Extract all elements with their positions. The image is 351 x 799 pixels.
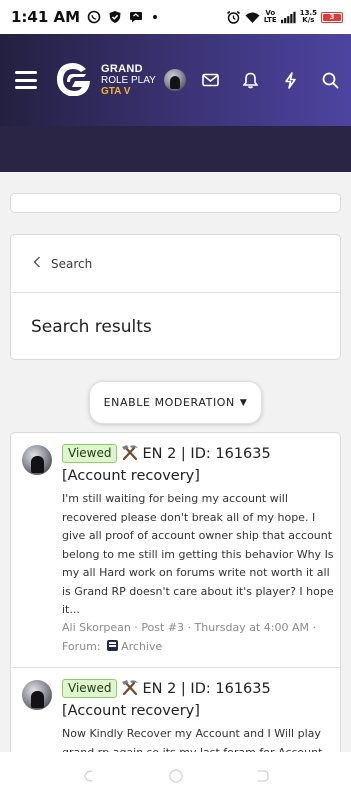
result-title[interactable]: Viewed EN 2 | ID: 161635 [Account recover… (62, 678, 334, 722)
result-meta: Ali Skorpean · Post #3 · Thursday at 4:0… (62, 621, 316, 653)
network-label-bottom: LTE (263, 16, 277, 24)
search-icon[interactable] (321, 71, 339, 89)
result-title-id: EN 2 | ID: 161635 (142, 681, 271, 697)
shield-check-icon (107, 10, 122, 25)
result-post-number[interactable]: Post #3 (141, 621, 184, 634)
status-bar: 1:41 AM Vo LTE 13.5 K/s 3 (0, 0, 351, 34)
list-item[interactable]: Viewed EN 2 | ID: 161635 [Account recover… (11, 667, 340, 761)
menu-icon[interactable] (15, 71, 37, 89)
breadcrumb-link-search[interactable]: Search (51, 257, 92, 271)
results-header-card: Search Search results (10, 234, 341, 360)
bell-icon[interactable] (241, 71, 259, 89)
avatar[interactable] (22, 680, 52, 710)
hammer-pick-icon (122, 680, 139, 695)
battery-icon: 3 (321, 11, 343, 23)
result-snippet: I'm still waiting for being my account w… (62, 492, 334, 616)
header-band (0, 126, 351, 172)
result-author[interactable]: Ali Skorpean (62, 621, 131, 634)
result-forum[interactable]: Archive (121, 640, 162, 653)
page-title: Search results (31, 317, 152, 337)
result-title-topic: [Account recovery] (62, 468, 200, 484)
list-item[interactable]: Viewed EN 2 | ID: 161635 [Account recover… (11, 433, 340, 667)
recent-apps-icon[interactable] (80, 767, 98, 785)
battery-level: 3 (329, 13, 335, 21)
breadcrumb: Search (11, 235, 340, 293)
lightning-icon[interactable] (281, 71, 299, 89)
result-time: Thursday at 4:00 AM (194, 621, 309, 634)
site-header: GRAND ROLE PLAY GTA V (0, 34, 351, 126)
mail-icon[interactable] (201, 71, 219, 89)
chat-bubble-icon (128, 10, 143, 25)
caret-down-icon: ▼ (239, 397, 248, 408)
result-title[interactable]: Viewed EN 2 | ID: 161635 [Account recover… (62, 443, 334, 487)
speed-unit: K/s (302, 16, 315, 24)
grand-logo-icon[interactable] (53, 60, 93, 100)
chevron-left-icon[interactable] (33, 256, 41, 272)
brand-line-1: GRAND (101, 62, 143, 75)
system-nav-bar (0, 752, 351, 799)
brand-line-3: GTA V (101, 85, 131, 97)
signal-icon (280, 10, 296, 25)
back-icon[interactable] (254, 767, 272, 785)
whatsapp-icon (86, 10, 101, 25)
avatar[interactable] (163, 69, 186, 91)
viewed-badge: Viewed (62, 444, 118, 463)
status-time: 1:41 AM (11, 8, 81, 26)
enable-moderation-label: ENABLE MODERATION (103, 396, 235, 409)
viewed-badge: Viewed (62, 679, 118, 698)
brand-text[interactable]: GRAND ROLE PLAY GTA V (101, 62, 156, 97)
brand-line-2: ROLE PLAY (101, 74, 156, 86)
result-title-id: EN 2 | ID: 161635 (142, 446, 271, 462)
avatar[interactable] (22, 445, 52, 475)
dot-icon (153, 15, 158, 19)
enable-moderation-button[interactable]: ENABLE MODERATION ▼ (89, 381, 262, 424)
search-input[interactable] (10, 193, 341, 213)
hammer-pick-icon (122, 445, 139, 460)
home-icon[interactable] (167, 767, 185, 785)
forum-label: Forum: (62, 639, 101, 653)
wifi-icon (245, 10, 260, 25)
forum-icon (107, 639, 119, 651)
results-list: Viewed EN 2 | ID: 161635 [Account recover… (10, 432, 341, 762)
result-title-topic: [Account recovery] (62, 703, 200, 719)
alarm-icon (226, 10, 241, 25)
